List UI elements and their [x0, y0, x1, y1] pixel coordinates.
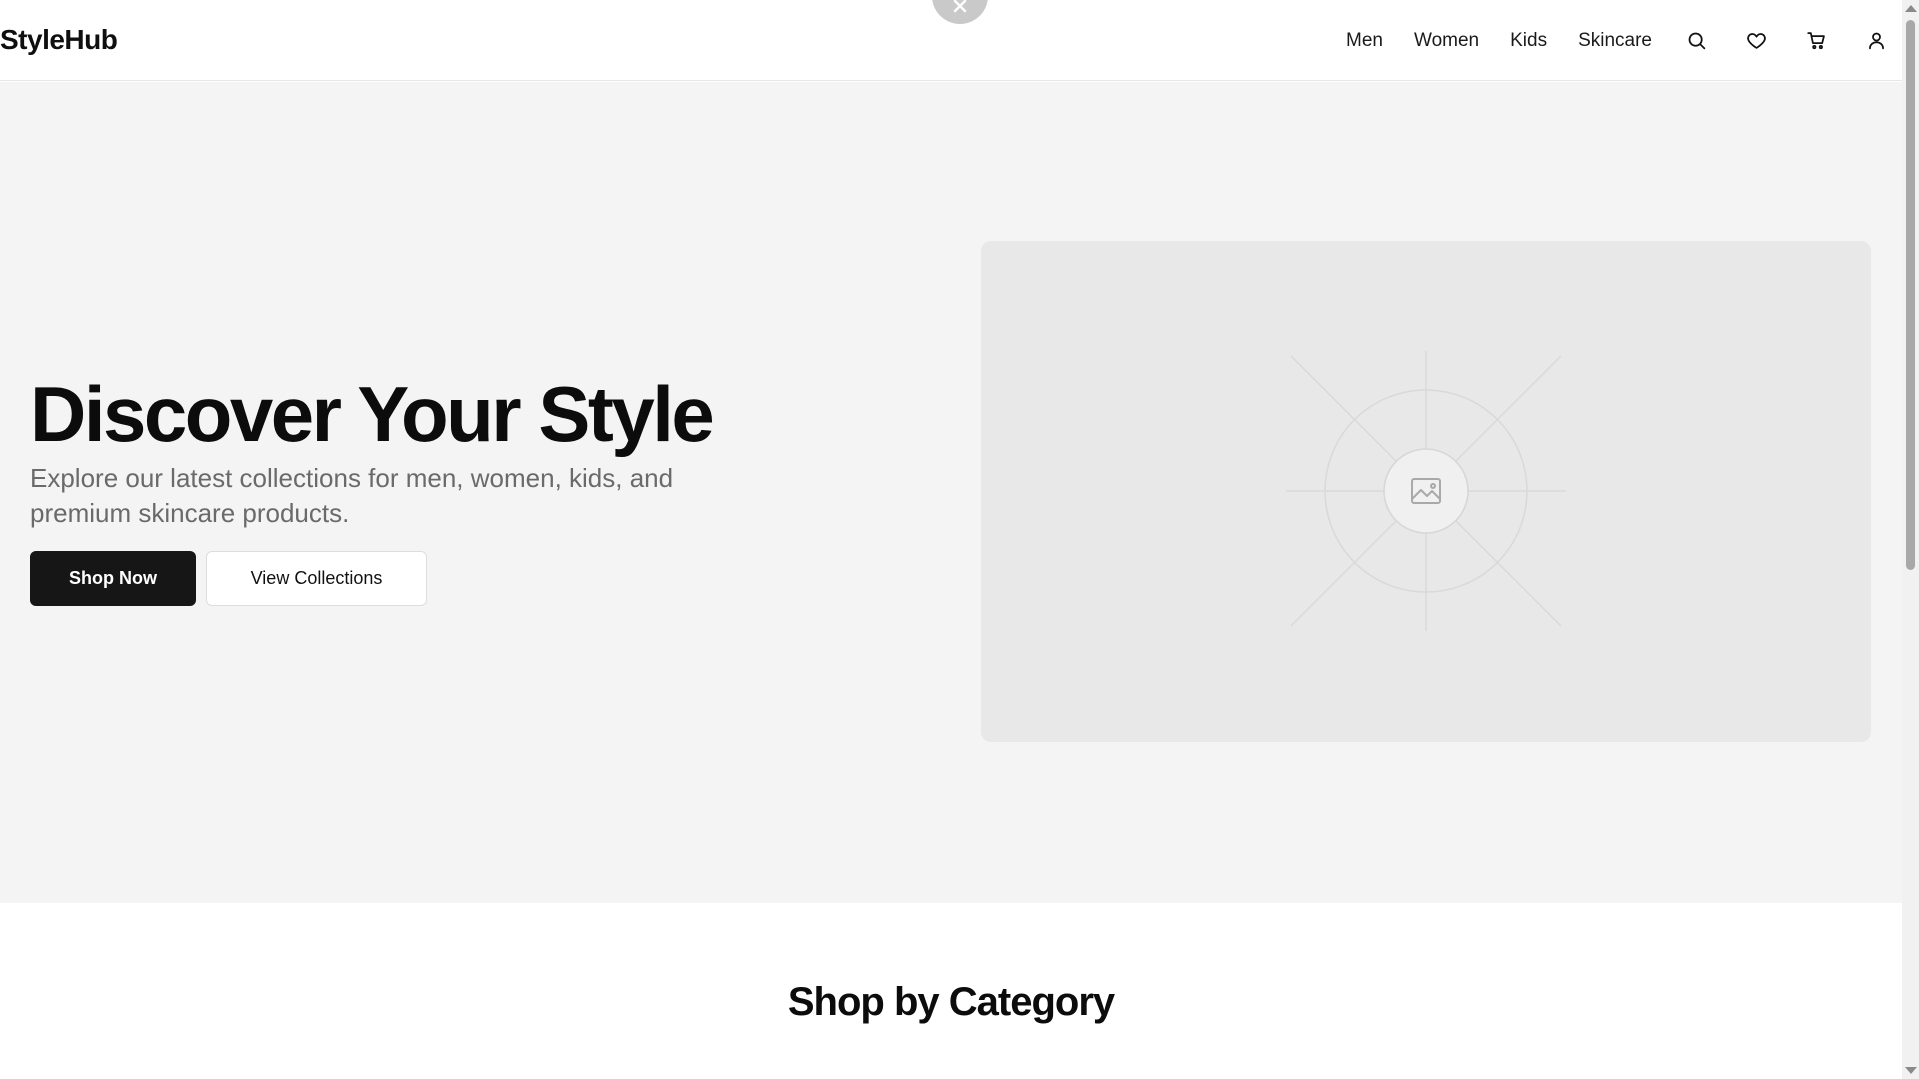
close-icon: [953, 0, 967, 13]
nav-link-men[interactable]: Men: [1346, 30, 1383, 52]
user-icon[interactable]: [1862, 27, 1890, 55]
page: StyleHub Men Women Kids Skincare Discove…: [0, 0, 1902, 1079]
search-icon[interactable]: [1682, 27, 1710, 55]
vertical-scrollbar[interactable]: [1902, 0, 1919, 1079]
scroll-up-arrow-icon[interactable]: [1905, 5, 1917, 12]
scrollbar-thumb[interactable]: [1906, 20, 1915, 570]
scroll-down-arrow-icon[interactable]: [1905, 1067, 1917, 1074]
logo[interactable]: StyleHub: [0, 24, 118, 56]
view-collections-button[interactable]: View Collections: [206, 551, 427, 606]
category-section-title: Shop by Category: [787, 980, 1115, 1024]
shop-now-button[interactable]: Shop Now: [30, 551, 196, 606]
image-placeholder-icon: [1286, 351, 1566, 631]
cart-icon[interactable]: [1802, 27, 1830, 55]
main-nav: Men Women Kids Skincare: [1346, 0, 1902, 81]
hero-image-placeholder: [981, 241, 1871, 742]
hero-subtitle: Explore our latest collections for men, …: [30, 463, 674, 528]
hero-title: Discover Your Style: [30, 370, 715, 458]
nav-link-women[interactable]: Women: [1414, 30, 1479, 52]
hero-section: Discover Your Style Explore our latest c…: [0, 82, 1902, 903]
nav-link-kids[interactable]: Kids: [1510, 30, 1547, 52]
nav-link-skincare[interactable]: Skincare: [1578, 30, 1652, 52]
heart-icon[interactable]: [1742, 27, 1770, 55]
